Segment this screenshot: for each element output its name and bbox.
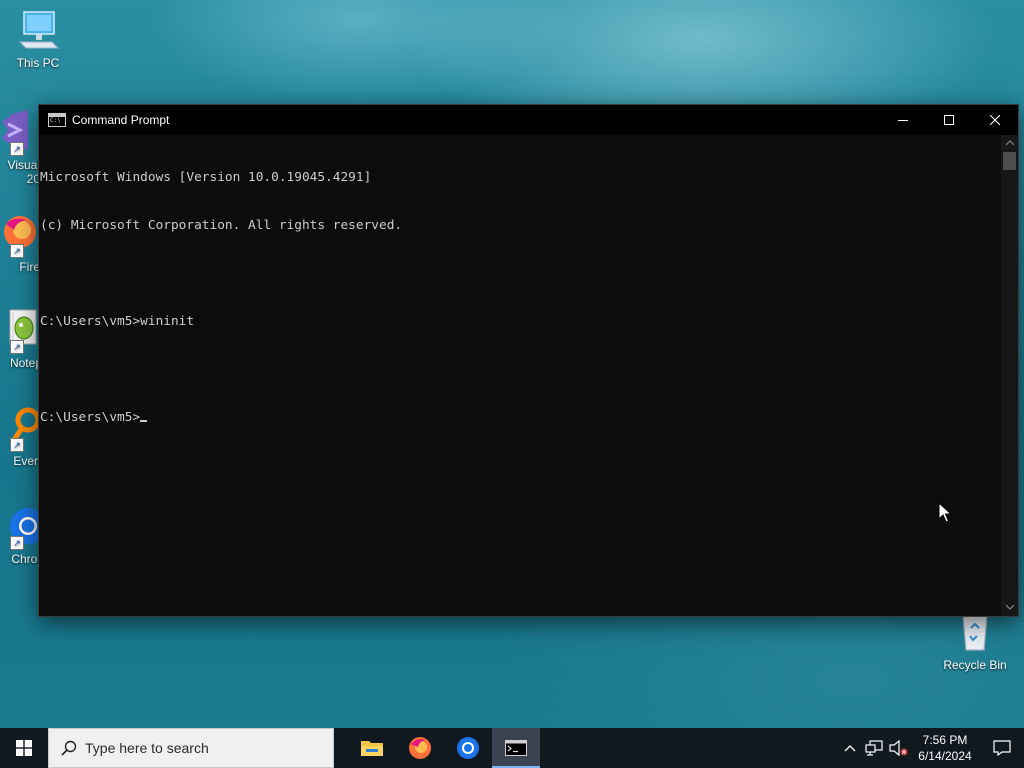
maximize-icon <box>944 115 954 125</box>
clock-time: 7:56 PM <box>922 733 968 747</box>
desktop-icon-this-pc[interactable]: This PC <box>0 8 76 70</box>
notepad-plus-plus-icon: ↗ <box>0 308 38 354</box>
everything-search-icon: ↗ <box>0 406 41 452</box>
start-button[interactable] <box>0 728 48 768</box>
console-line: (c) Microsoft Corporation. All rights re… <box>40 218 403 233</box>
chrome-icon: ↗ <box>0 504 46 550</box>
scroll-down-button[interactable] <box>1001 599 1018 616</box>
console-line: C:\Users\vm5>wininit <box>40 314 195 329</box>
volume-tray-button[interactable] <box>886 728 910 768</box>
window-controls <box>880 105 1018 135</box>
taskbar-command-prompt[interactable] <box>492 728 540 768</box>
maximize-button[interactable] <box>926 105 972 135</box>
visual-studio-icon: ↗ <box>0 110 38 156</box>
notification-icon <box>993 740 1011 756</box>
chevron-up-icon <box>1005 140 1014 146</box>
close-button[interactable] <box>972 105 1018 135</box>
computer-icon <box>14 8 62 54</box>
firefox-icon <box>409 737 431 759</box>
shortcut-arrow-icon: ↗ <box>10 340 24 354</box>
console-line: Microsoft Windows [Version 10.0.19045.42… <box>40 170 372 185</box>
scroll-up-button[interactable] <box>1001 135 1018 152</box>
volume-muted-icon <box>889 740 908 756</box>
console-prompt-line: C:\Users\vm5> <box>40 410 1001 426</box>
command-prompt-window[interactable]: Command Prompt Microsoft Windows [Versio… <box>38 104 1019 617</box>
command-prompt-icon <box>505 740 527 756</box>
minimize-button[interactable] <box>880 105 926 135</box>
taskbar: Type here to search 7:56 PM 6/14/2024 <box>0 728 1024 768</box>
clock-date: 6/14/2024 <box>918 749 972 763</box>
network-icon <box>865 740 883 756</box>
folder-icon <box>361 741 383 756</box>
system-tray: 7:56 PM 6/14/2024 <box>838 728 1024 768</box>
desktop-icon-recycle-bin[interactable]: Recycle Bin <box>937 610 1013 672</box>
taskbar-firefox[interactable] <box>396 728 444 768</box>
taskbar-search-box[interactable]: Type here to search <box>48 728 334 768</box>
shortcut-arrow-icon: ↗ <box>10 438 24 452</box>
command-prompt-icon <box>48 113 66 127</box>
console-prompt: C:\Users\vm5> <box>40 410 141 425</box>
scrollbar-thumb[interactable] <box>1003 152 1016 170</box>
vertical-scrollbar[interactable] <box>1001 135 1018 616</box>
desktop-icon-label: Recycle Bin <box>943 658 1007 672</box>
windows-logo-icon <box>16 740 32 756</box>
firefox-icon: ↗ <box>0 212 38 258</box>
shortcut-arrow-icon: ↗ <box>10 142 24 156</box>
network-tray-button[interactable] <box>862 728 886 768</box>
search-icon <box>61 740 77 756</box>
taskbar-file-explorer[interactable] <box>348 728 396 768</box>
window-title: Command Prompt <box>72 113 170 127</box>
action-center-button[interactable] <box>980 728 1024 768</box>
console-output[interactable]: Microsoft Windows [Version 10.0.19045.42… <box>39 135 1001 616</box>
shortcut-arrow-icon: ↗ <box>10 244 24 258</box>
taskbar-chrome[interactable] <box>444 728 492 768</box>
show-hidden-icons-button[interactable] <box>838 728 862 768</box>
text-cursor <box>140 420 148 422</box>
chrome-icon <box>457 737 479 759</box>
close-icon <box>990 115 1000 125</box>
minimize-icon <box>898 120 908 121</box>
desktop-icon-label: This PC <box>16 56 60 70</box>
search-placeholder: Type here to search <box>85 740 209 756</box>
shortcut-arrow-icon: ↗ <box>10 536 24 550</box>
taskbar-clock[interactable]: 7:56 PM 6/14/2024 <box>910 732 980 764</box>
chevron-up-icon <box>844 745 856 752</box>
window-titlebar[interactable]: Command Prompt <box>39 105 1018 135</box>
chevron-down-icon <box>1005 604 1014 610</box>
mouse-pointer-icon <box>938 502 952 523</box>
